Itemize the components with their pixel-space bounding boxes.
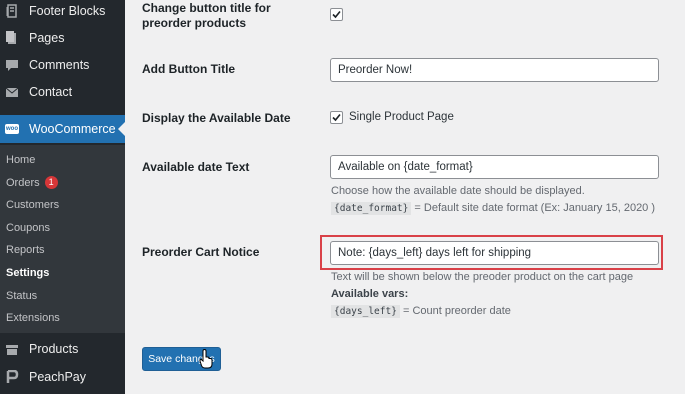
annotation-highlight-box	[320, 235, 663, 270]
sidebar-item-contact[interactable]: Contact	[0, 79, 125, 105]
pages-icon	[5, 31, 19, 45]
preorder-cart-notice-label: Preorder Cart Notice	[142, 245, 260, 259]
woocommerce-submenu: Home Orders 1 Customers Coupons Reports S…	[0, 145, 125, 333]
sidebar-item-label: Footer Blocks	[29, 4, 106, 18]
submenu-item-home[interactable]: Home	[6, 152, 35, 168]
display-available-date-label: Display the Available Date	[142, 111, 291, 125]
footer-blocks-icon	[5, 4, 19, 18]
single-product-page-checkbox[interactable]	[330, 111, 343, 124]
available-date-text-input[interactable]: Available on {date_format}	[330, 155, 659, 179]
sidebar-item-label: PeachPay	[29, 370, 86, 384]
orders-count-badge: 1	[44, 176, 58, 189]
date-format-var-help: {date_format} = Default site date format…	[331, 202, 655, 215]
products-icon	[5, 342, 19, 356]
woocommerce-icon: woo	[5, 124, 19, 134]
checkmark-icon	[332, 113, 341, 122]
mail-icon	[5, 85, 19, 99]
sidebar-item-comments[interactable]: Comments	[0, 52, 125, 78]
peachpay-icon	[5, 370, 19, 384]
sidebar-item-label: Contact	[29, 85, 73, 99]
change-button-title-label: Change button title for preorder product…	[142, 1, 271, 30]
sidebar-item-products[interactable]: Products	[0, 336, 125, 362]
available-date-text-label: Available date Text	[142, 160, 250, 174]
sidebar-item-footer-blocks[interactable]: Footer Blocks	[0, 0, 125, 24]
submenu-item-reports[interactable]: Reports	[6, 242, 45, 258]
cart-notice-description: Text will be shown below the preoder pro…	[331, 271, 634, 283]
sidebar-item-woocommerce[interactable]: woo WooCommerce	[0, 115, 125, 143]
admin-sidebar: Footer Blocks Pages Comments Contact woo…	[0, 0, 125, 394]
sidebar-item-label: WooCommerce	[29, 122, 116, 136]
date-format-code: {date_format}	[331, 202, 412, 215]
add-button-title-label: Add Button Title	[142, 62, 236, 76]
checkmark-icon	[332, 10, 341, 19]
sidebar-item-pages[interactable]: Pages	[0, 25, 125, 51]
add-button-title-input[interactable]: Preorder Now!	[330, 58, 659, 82]
submenu-item-settings[interactable]: Settings	[6, 265, 49, 281]
submenu-item-extensions[interactable]: Extensions	[6, 310, 60, 326]
hand-cursor-icon	[199, 349, 213, 369]
days-left-code: {days_left}	[331, 305, 400, 318]
submenu-item-customers[interactable]: Customers	[6, 197, 59, 213]
days-left-var-help: {days_left} = Count preorder date	[331, 305, 511, 318]
sidebar-item-peachpay[interactable]: PeachPay	[0, 364, 125, 390]
available-date-description: Choose how the available date should be …	[331, 185, 585, 197]
submenu-item-orders[interactable]: Orders 1	[6, 175, 58, 191]
submenu-item-status[interactable]: Status	[6, 288, 37, 304]
available-vars-title: Available vars:	[331, 288, 409, 300]
single-product-page-label: Single Product Page	[349, 111, 454, 123]
active-menu-arrow	[118, 122, 125, 136]
sidebar-item-label: Comments	[29, 58, 90, 72]
sidebar-item-label: Products	[29, 342, 79, 356]
submenu-item-coupons[interactable]: Coupons	[6, 220, 50, 236]
sidebar-item-label: Pages	[29, 31, 65, 45]
change-button-title-checkbox[interactable]	[330, 8, 343, 21]
comments-icon	[5, 58, 19, 72]
